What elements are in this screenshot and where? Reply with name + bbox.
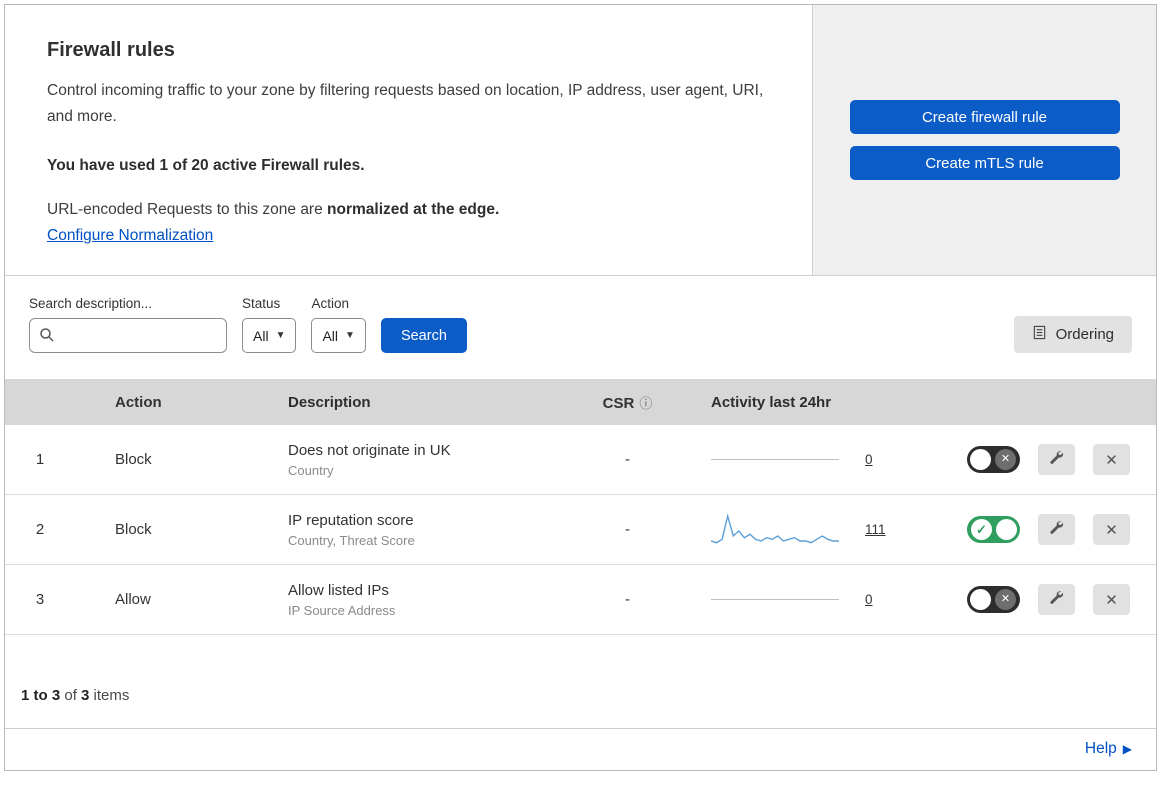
rule-activity-cell: 111 xyxy=(675,512,920,548)
wrench-icon xyxy=(1049,450,1064,469)
edit-rule-button[interactable] xyxy=(1038,444,1075,476)
table-header-row: Action Description CSR ⓘ Activity last 24… xyxy=(5,379,1156,426)
wrench-icon xyxy=(1049,590,1064,609)
close-icon: ✕ xyxy=(1105,451,1118,469)
rule-activity-cell: 0 xyxy=(675,452,920,467)
table-row: 1 Block Does not originate in UK Country… xyxy=(5,425,1156,496)
rule-enabled-toggle[interactable] xyxy=(967,446,1020,474)
action-dropdown[interactable]: All ▼ xyxy=(311,318,366,354)
rule-enabled-toggle[interactable] xyxy=(967,516,1020,544)
usage-summary: You have used 1 of 20 active Firewall ru… xyxy=(47,157,365,175)
toggle-knob xyxy=(970,589,991,611)
rule-description-cell: Allow listed IPs IP Source Address xyxy=(250,582,580,618)
summary-items: items xyxy=(89,687,130,705)
col-description: Description xyxy=(288,393,371,411)
help-link-label: Help xyxy=(1084,740,1117,758)
header-content: Firewall rules Control incoming traffic … xyxy=(5,5,813,276)
action-filter-group: Action All ▼ xyxy=(311,296,366,354)
activity-count-link[interactable]: 0 xyxy=(865,592,883,607)
rule-csr: - xyxy=(625,451,630,469)
search-button[interactable]: Search xyxy=(380,318,467,354)
col-action: Action xyxy=(115,393,162,411)
normalization-text: URL-encoded Requests to this zone are xyxy=(47,201,328,219)
firewall-rules-page: Firewall rules Control incoming traffic … xyxy=(4,4,1157,772)
action-dropdown-value: All xyxy=(322,327,339,344)
rule-description-cell: Does not originate in UK Country xyxy=(250,442,580,478)
normalization-bold-text: normalized at the edge. xyxy=(327,201,500,219)
create-firewall-rule-button[interactable]: Create firewall rule xyxy=(849,100,1120,135)
rule-controls: ✕ xyxy=(920,514,1156,546)
rule-title: Does not originate in UK xyxy=(288,441,451,459)
close-icon: ✕ xyxy=(1105,521,1118,539)
col-csr-label: CSR xyxy=(602,394,635,412)
rule-number: 3 xyxy=(35,591,45,609)
arrow-right-icon: ▶ xyxy=(1122,742,1132,757)
rule-action: Block xyxy=(115,451,152,469)
activity-count-link[interactable]: 111 xyxy=(865,522,886,537)
rule-number: 1 xyxy=(35,451,45,469)
chevron-down-icon: ▼ xyxy=(275,330,286,342)
filter-bar: Search description... Status All ▼ Actio… xyxy=(5,276,1156,379)
table-row: 2 Block IP reputation score Country, Thr… xyxy=(5,495,1156,566)
activity-count-link[interactable]: 0 xyxy=(865,452,883,467)
col-csr: CSR ⓘ xyxy=(580,393,675,412)
page-description: Control incoming traffic to your zone by… xyxy=(47,82,764,125)
search-wrap xyxy=(29,318,227,354)
rule-title: Allow listed IPs xyxy=(288,581,389,599)
toggle-knob xyxy=(996,519,1017,541)
configure-normalization-link[interactable]: Configure Normalization xyxy=(47,227,213,245)
rule-csr: - xyxy=(625,521,630,539)
search-icon xyxy=(39,327,55,343)
pagination-summary: 1 to 3 of 3 items xyxy=(5,635,1156,728)
rule-action: Allow xyxy=(115,591,151,609)
search-group: Search description... xyxy=(29,296,227,354)
rule-enabled-toggle[interactable] xyxy=(967,586,1020,614)
status-dropdown-value: All xyxy=(253,327,269,344)
col-activity: Activity last 24hr xyxy=(711,393,832,411)
page-header: Firewall rules Control incoming traffic … xyxy=(5,5,1156,277)
rule-subtitle: Country, Threat Score xyxy=(288,532,415,548)
rule-subtitle: IP Source Address xyxy=(288,602,396,618)
status-filter-group: Status All ▼ xyxy=(242,296,297,354)
create-mtls-rule-button[interactable]: Create mTLS rule xyxy=(849,146,1120,181)
rule-subtitle: Country xyxy=(288,462,334,478)
info-icon[interactable]: ⓘ xyxy=(639,396,652,411)
edit-rule-button[interactable] xyxy=(1038,584,1075,616)
ordering-button-label: Ordering xyxy=(1055,326,1114,344)
ordering-button[interactable]: Ordering xyxy=(1013,316,1132,354)
rule-activity-cell: 0 xyxy=(675,592,920,607)
delete-rule-button[interactable]: ✕ xyxy=(1093,444,1130,476)
search-input[interactable] xyxy=(29,318,227,354)
search-label: Search description... xyxy=(29,296,153,312)
normalization-note: URL-encoded Requests to this zone are no… xyxy=(47,201,768,219)
rule-controls: ✕ xyxy=(920,444,1156,476)
table-row: 3 Allow Allow listed IPs IP Source Addre… xyxy=(5,565,1156,636)
rule-csr: - xyxy=(625,591,630,609)
chevron-down-icon: ▼ xyxy=(345,330,355,342)
delete-rule-button[interactable]: ✕ xyxy=(1093,584,1130,616)
rule-number: 2 xyxy=(35,521,45,539)
status-label: Status xyxy=(242,296,281,312)
help-bar: Help ▶ xyxy=(5,728,1156,770)
summary-of: of xyxy=(60,687,82,705)
help-link[interactable]: Help ▶ xyxy=(1085,740,1132,757)
wrench-icon xyxy=(1049,520,1064,539)
ordering-list-icon xyxy=(1032,325,1047,344)
rule-description-cell: IP reputation score Country, Threat Scor… xyxy=(250,512,580,548)
rule-title: IP reputation score xyxy=(288,511,414,529)
edit-rule-button[interactable] xyxy=(1038,514,1075,546)
activity-sparkline-flat xyxy=(711,459,839,461)
rule-action: Block xyxy=(115,521,152,539)
status-dropdown[interactable]: All ▼ xyxy=(242,318,297,354)
activity-sparkline-flat xyxy=(711,599,839,601)
summary-range: 1 to 3 xyxy=(21,687,61,705)
page-title: Firewall rules xyxy=(47,39,175,61)
toggle-knob xyxy=(970,449,991,471)
rule-controls: ✕ xyxy=(920,584,1156,616)
action-label: Action xyxy=(311,296,349,312)
header-actions-panel: Create firewall rule Create mTLS rule xyxy=(813,5,1156,276)
delete-rule-button[interactable]: ✕ xyxy=(1093,514,1130,546)
close-icon: ✕ xyxy=(1105,591,1118,609)
activity-sparkline xyxy=(711,512,839,544)
